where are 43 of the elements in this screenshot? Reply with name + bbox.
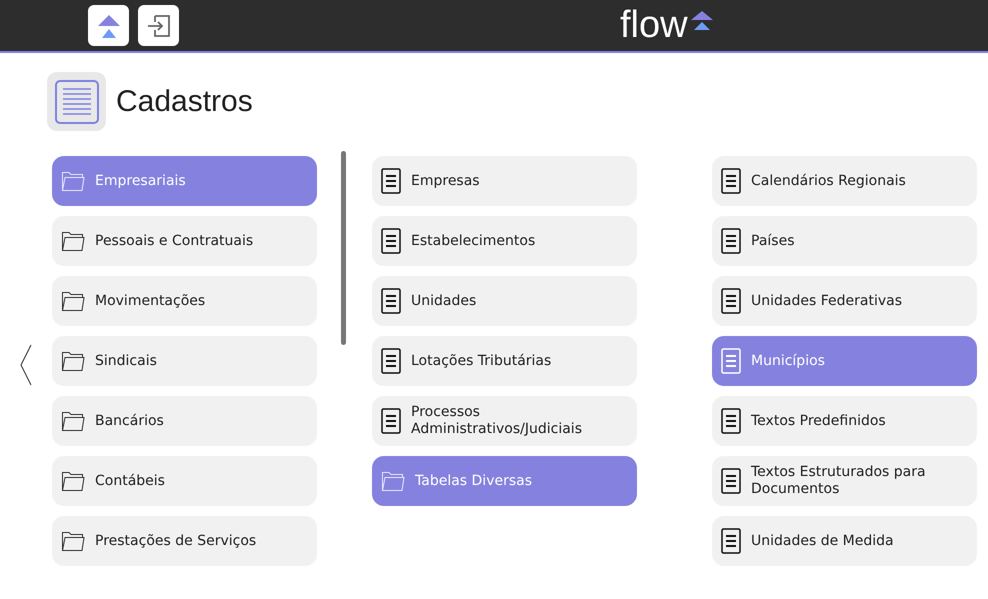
menu-item[interactable]: Lotações Tributárias: [372, 336, 637, 386]
document-icon: [381, 288, 401, 314]
brand-logo-text: flow: [620, 3, 688, 48]
menu-item[interactable]: Empresas: [372, 156, 637, 206]
document-icon: [721, 468, 741, 494]
menu-item[interactable]: Sindicais: [52, 336, 317, 386]
document-icon: [381, 168, 401, 194]
menu-item[interactable]: Calendários Regionais: [712, 156, 977, 206]
document-icon: [721, 528, 741, 554]
folder-icon: [61, 290, 85, 312]
menu-item[interactable]: Contábeis: [52, 456, 317, 506]
menu-item[interactable]: Prestações de Serviços: [52, 516, 317, 566]
login-button[interactable]: [138, 5, 179, 46]
document-icon: [721, 288, 741, 314]
menu-item[interactable]: Processos Administrativos/Judiciais: [372, 396, 637, 446]
menu-item[interactable]: Textos Predefinidos: [712, 396, 977, 446]
menu-item[interactable]: Unidades de Medida: [712, 516, 977, 566]
document-icon: [381, 228, 401, 254]
menu-item[interactable]: Unidades: [372, 276, 637, 326]
menu-item[interactable]: Textos Estruturados para Documentos: [712, 456, 977, 506]
menu-item[interactable]: Unidades Federativas: [712, 276, 977, 326]
folder-icon: [61, 470, 85, 492]
folder-icon: [61, 530, 85, 552]
home-button[interactable]: [88, 5, 129, 46]
menu-item[interactable]: Estabelecimentos: [372, 216, 637, 266]
folder-icon: [381, 470, 405, 492]
menu-item[interactable]: Movimentações: [52, 276, 317, 326]
scrollbar[interactable]: [341, 151, 346, 345]
menu-item[interactable]: Países: [712, 216, 977, 266]
page-icon: [47, 72, 106, 131]
folder-icon: [61, 170, 85, 192]
document-icon: [381, 408, 401, 434]
page-title: Cadastros: [116, 84, 253, 120]
menu-item[interactable]: Bancários: [52, 396, 317, 446]
document-icon: [721, 348, 741, 374]
folder-icon: [61, 230, 85, 252]
document-icon: [721, 168, 741, 194]
folder-icon: [61, 350, 85, 372]
menu-item[interactable]: Pessoais e Contratuais: [52, 216, 317, 266]
document-icon: [381, 348, 401, 374]
folder-icon: [61, 410, 85, 432]
document-icon: [721, 408, 741, 434]
document-icon: [721, 228, 741, 254]
